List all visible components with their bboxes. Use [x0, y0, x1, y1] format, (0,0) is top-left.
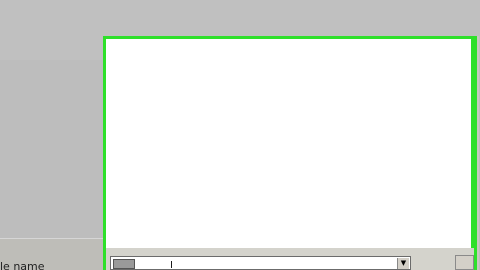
text-cursor: I [170, 260, 173, 270]
highlight-border-right [474, 36, 477, 270]
dropdown-arrow-icon[interactable]: ▼ [397, 258, 409, 269]
screen: le name ▼ I [0, 0, 480, 270]
highlight-border-left [103, 36, 106, 270]
drive-icon [113, 259, 135, 269]
dialog-side-button[interactable] [455, 255, 474, 270]
file-name-label: le name [0, 260, 45, 270]
file-name-combo[interactable]: ▼ [110, 256, 411, 270]
file-list-pane[interactable] [103, 36, 474, 248]
